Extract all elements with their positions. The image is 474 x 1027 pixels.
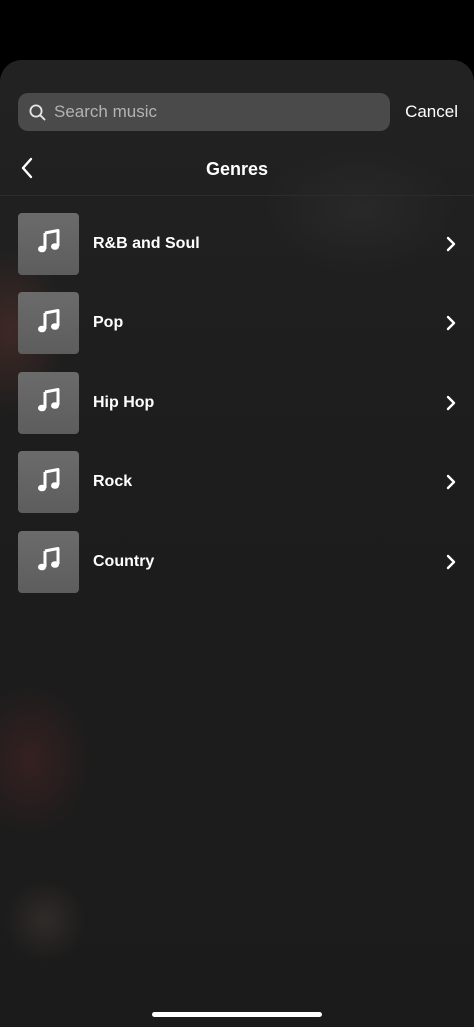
music-note-icon [36,387,62,418]
genre-label: Rock [93,473,133,491]
genre-thumbnail [18,212,79,275]
music-note-icon [36,467,62,498]
music-note-icon [36,546,62,577]
genre-item-rock[interactable]: Rock [0,443,474,523]
search-icon [28,103,46,121]
genre-item-rnb-and-soul[interactable]: R&B and Soul [0,204,474,284]
genre-thumbnail [18,292,79,355]
chevron-right-icon [444,554,458,570]
chevron-right-icon [444,474,458,490]
genre-item-pop[interactable]: Pop [0,284,474,364]
chevron-right-icon [444,236,458,252]
chevron-right-icon [444,395,458,411]
music-note-icon [36,228,62,259]
chevron-right-icon [444,315,458,331]
genre-label: R&B and Soul [93,234,200,252]
page-title: Genres [205,159,269,179]
genre-label: Hip Hop [93,393,155,411]
genre-item-hip-hop[interactable]: Hip Hop [0,363,474,443]
genre-list: R&B and Soul Pop Hip Hop Rock Country [0,204,474,602]
search-box[interactable] [18,93,391,131]
search-input[interactable] [54,102,354,122]
music-note-icon [36,308,62,339]
cancel-button[interactable]: Cancel [405,102,458,122]
home-indicator[interactable] [152,1012,322,1017]
genre-thumbnail [18,530,79,593]
header: Genres [0,150,474,190]
genre-item-country[interactable]: Country [0,522,474,602]
music-sheet: Cancel Genres [0,60,474,1027]
screen: Cancel Genres [0,0,474,1027]
genre-thumbnail [18,451,79,514]
search-row: Cancel [18,93,458,131]
genre-label: Pop [93,314,124,332]
genre-thumbnail [18,371,79,434]
divider [0,195,474,196]
genre-label: Country [93,552,155,570]
